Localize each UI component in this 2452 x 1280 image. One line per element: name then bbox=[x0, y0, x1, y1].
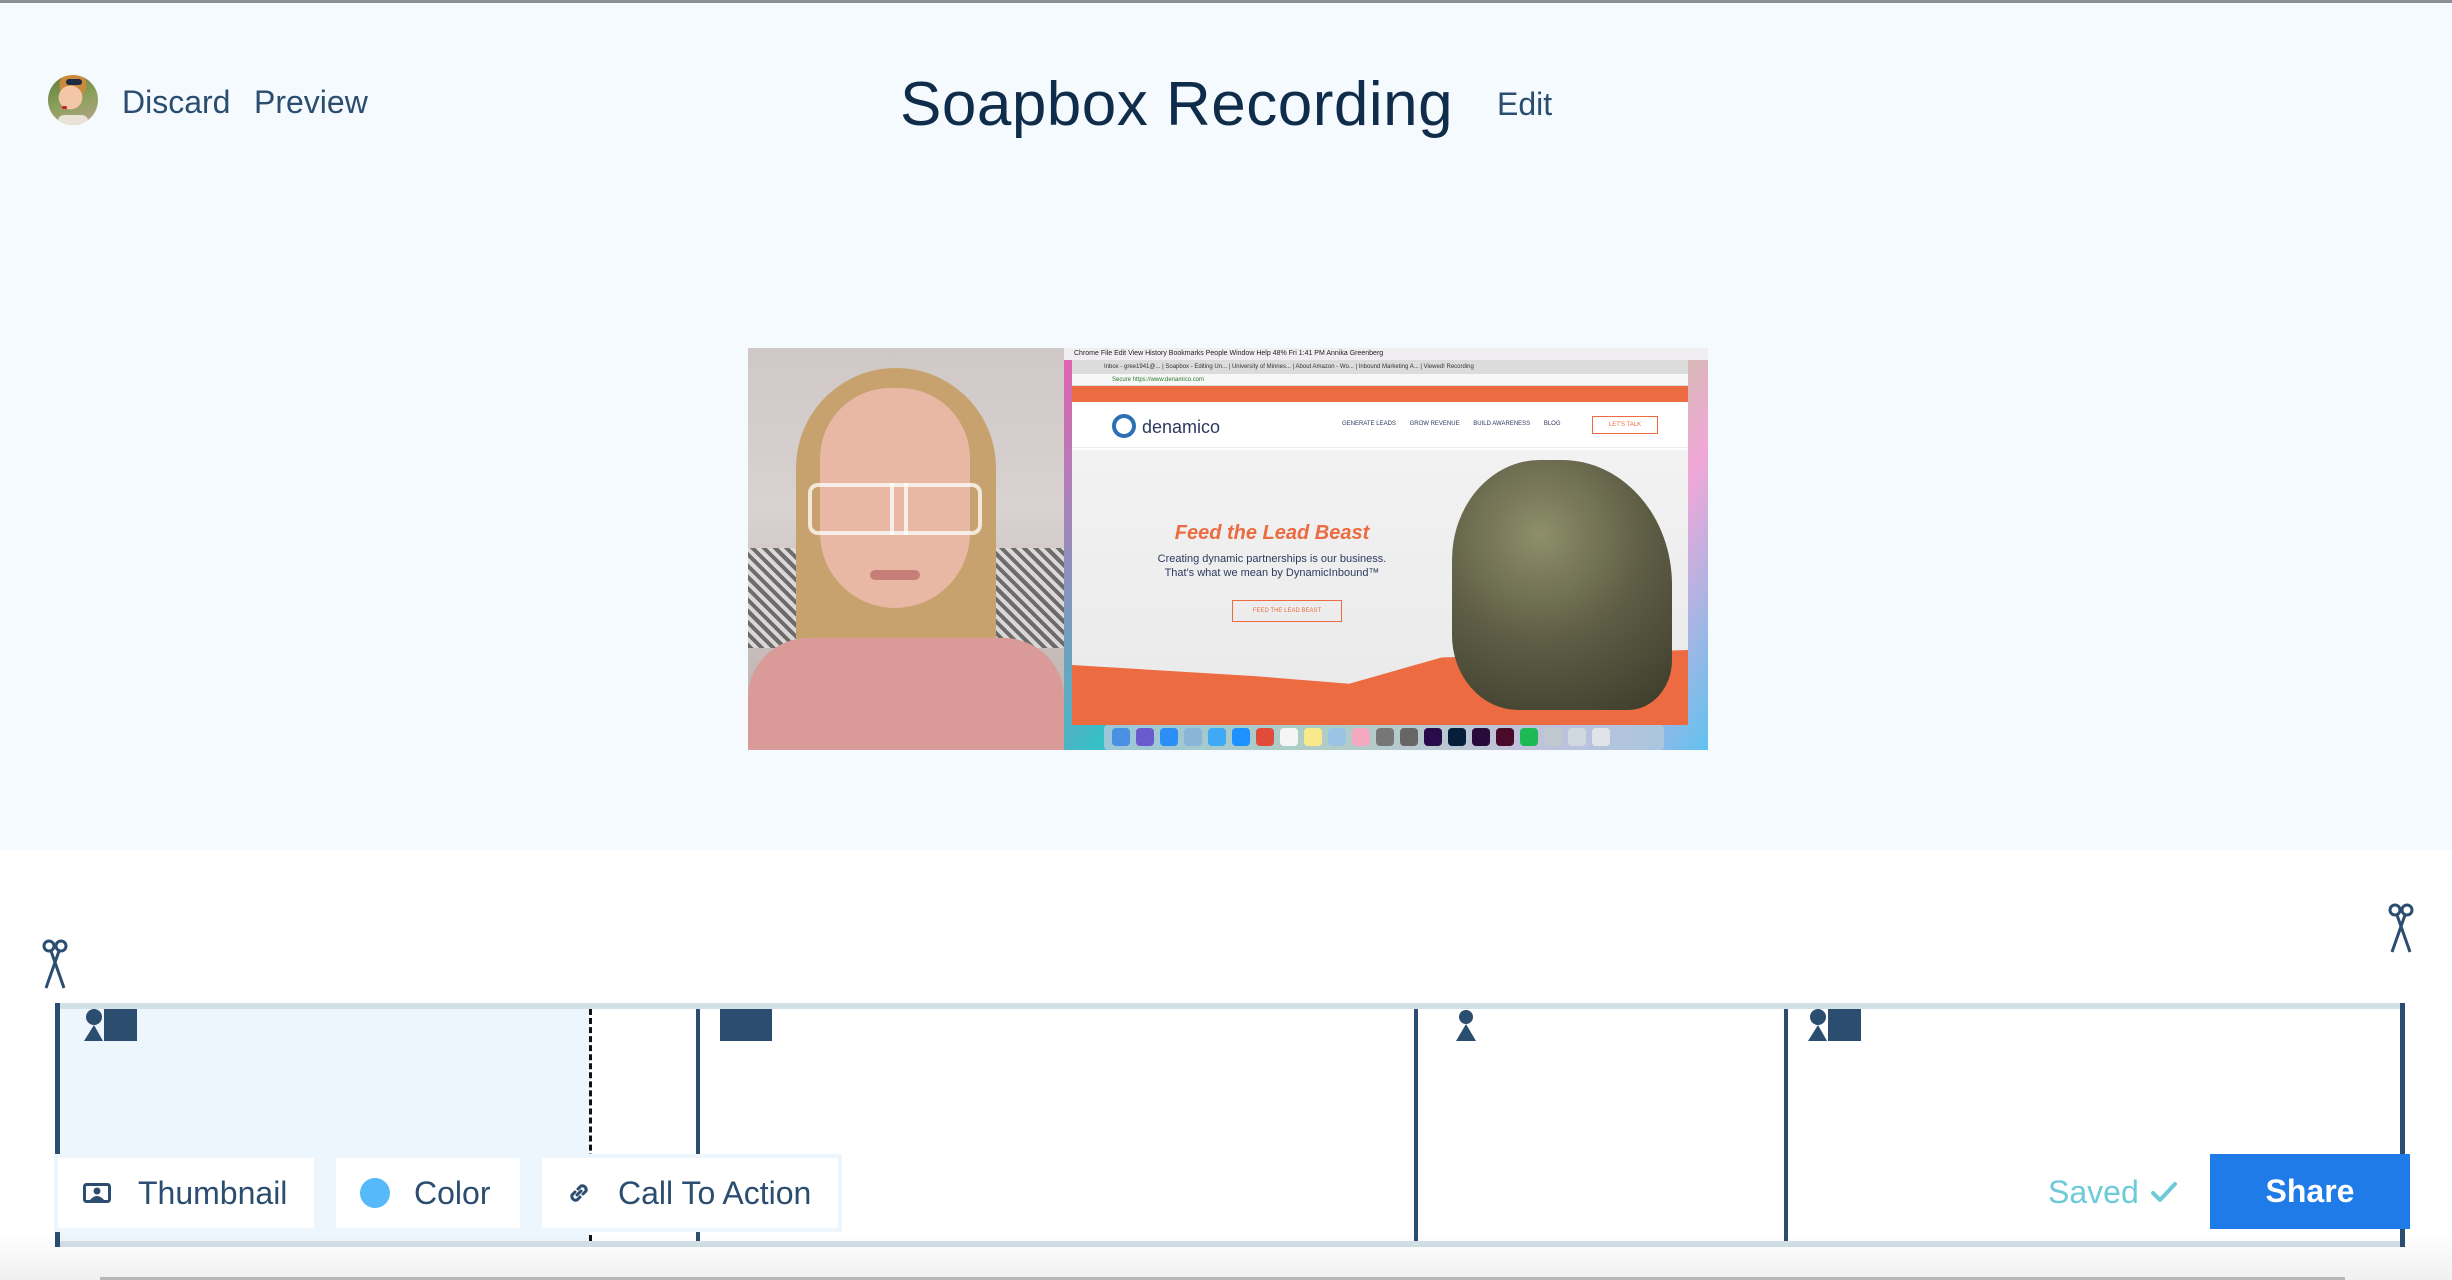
recorded-site-hero: Feed the Lead Beast Creating dynamic par… bbox=[1072, 450, 1688, 725]
recorded-site-link: BLOG bbox=[1543, 421, 1561, 427]
video-preview[interactable]: Chrome File Edit View History Bookmarks … bbox=[748, 348, 1708, 750]
dock-trash-icon bbox=[1592, 728, 1610, 746]
recorded-site-logo-icon bbox=[1112, 414, 1136, 438]
recorded-browser: Inbox - gree1941@... | Soapbox - Editing… bbox=[1072, 360, 1688, 725]
recorded-browser-tabs: Inbox - gree1941@... | Soapbox - Editing… bbox=[1072, 360, 1688, 374]
dock-app-icon bbox=[1112, 728, 1130, 746]
screen-recording: Chrome File Edit View History Bookmarks … bbox=[1064, 348, 1708, 750]
color-label: Color bbox=[414, 1174, 491, 1211]
camera-feed bbox=[748, 348, 1064, 750]
share-button[interactable]: Share bbox=[2210, 1154, 2410, 1229]
dock-app-icon bbox=[1496, 728, 1514, 746]
trim-end-scissors-icon[interactable] bbox=[2386, 902, 2416, 954]
dock-app-icon bbox=[1376, 728, 1394, 746]
person-screen-icon bbox=[84, 1009, 137, 1041]
saved-label: Saved bbox=[2048, 1174, 2139, 1210]
trim-start-scissors-icon[interactable] bbox=[40, 938, 70, 990]
edit-title-button[interactable]: Edit bbox=[1497, 86, 1552, 122]
recorded-site-social-bar bbox=[1072, 386, 1688, 402]
dock-app-icon bbox=[1328, 728, 1346, 746]
dock-app-icon bbox=[1136, 728, 1154, 746]
recorded-site-name: denamico bbox=[1142, 417, 1221, 437]
recorded-mac-dock bbox=[1104, 725, 1664, 750]
dock-app-icon bbox=[1544, 728, 1562, 746]
call-to-action-label: Call To Action bbox=[618, 1174, 812, 1211]
color-swatch-icon bbox=[360, 1178, 390, 1208]
dock-app-icon bbox=[1472, 728, 1490, 746]
dock-app-icon bbox=[1448, 728, 1466, 746]
preview-button[interactable]: Preview bbox=[254, 84, 368, 120]
camera-person-mouth bbox=[870, 570, 920, 580]
avatar-hairband bbox=[66, 79, 82, 85]
dock-app-icon bbox=[1400, 728, 1418, 746]
recorded-site-nav: denamico GENERATE LEADS GROW REVENUE BUI… bbox=[1072, 402, 1688, 448]
thumbnail-button[interactable]: Thumbnail bbox=[54, 1154, 318, 1232]
checkmark-icon bbox=[2150, 1182, 2177, 1202]
dock-app-icon bbox=[1208, 728, 1226, 746]
page-title: Soapbox Recording bbox=[900, 70, 1454, 139]
recorded-hero-subtitle-line: Creating dynamic partnerships is our bus… bbox=[1157, 553, 1387, 565]
recorded-site-link: GROW REVENUE bbox=[1409, 421, 1460, 427]
recorded-site-cta: LET'S TALK bbox=[1592, 416, 1658, 434]
recorded-hero-subtitle-line: That's what we mean by DynamicInbound™ bbox=[1164, 567, 1380, 579]
recorded-site-link: BUILD AWARENESS bbox=[1473, 421, 1531, 427]
color-button[interactable]: Color bbox=[332, 1154, 524, 1232]
dock-app-icon bbox=[1256, 728, 1274, 746]
timeline-segment[interactable] bbox=[1418, 1009, 1784, 1241]
camera-person-shirt bbox=[748, 638, 1064, 750]
dock-app-icon bbox=[1304, 728, 1322, 746]
thumbnail-label: Thumbnail bbox=[138, 1174, 288, 1211]
avatar-lips bbox=[62, 106, 67, 109]
recorded-hero-button: FEED THE LEAD BEAST bbox=[1232, 600, 1342, 622]
person-screen-icon bbox=[1808, 1009, 1861, 1041]
dock-app-icon bbox=[1160, 728, 1178, 746]
recorded-url-bar: Secure https://www.denamico.com bbox=[1072, 374, 1688, 386]
dock-app-icon bbox=[1424, 728, 1442, 746]
dock-app-icon bbox=[1280, 728, 1298, 746]
thumbnail-icon bbox=[83, 1183, 111, 1203]
screen-icon bbox=[720, 1009, 772, 1041]
dock-app-icon bbox=[1352, 728, 1370, 746]
recorded-site-link: GENERATE LEADS bbox=[1342, 421, 1396, 427]
saved-status: Saved bbox=[2048, 1172, 2177, 1212]
recorded-menubar: Chrome File Edit View History Bookmarks … bbox=[1064, 348, 1708, 360]
avatar[interactable] bbox=[48, 75, 98, 125]
dock-app-icon bbox=[1232, 728, 1250, 746]
recorded-dinosaur-image bbox=[1452, 460, 1672, 710]
discard-button[interactable]: Discard bbox=[122, 84, 230, 120]
camera-person-glasses bbox=[808, 483, 982, 535]
dock-app-icon bbox=[1520, 728, 1538, 746]
dock-app-icon bbox=[1568, 728, 1586, 746]
link-icon bbox=[570, 1184, 588, 1202]
dock-app-icon bbox=[1184, 728, 1202, 746]
call-to-action-button[interactable]: Call To Action bbox=[538, 1154, 842, 1232]
recorded-hero-subtitle: Creating dynamic partnerships is our bus… bbox=[1112, 552, 1432, 580]
recorded-site-links: GENERATE LEADS GROW REVENUE BUILD AWAREN… bbox=[1342, 421, 1573, 427]
recorded-hero-title: Feed the Lead Beast bbox=[1174, 522, 1370, 544]
person-icon bbox=[1456, 1010, 1476, 1041]
avatar-shirt bbox=[58, 115, 88, 125]
